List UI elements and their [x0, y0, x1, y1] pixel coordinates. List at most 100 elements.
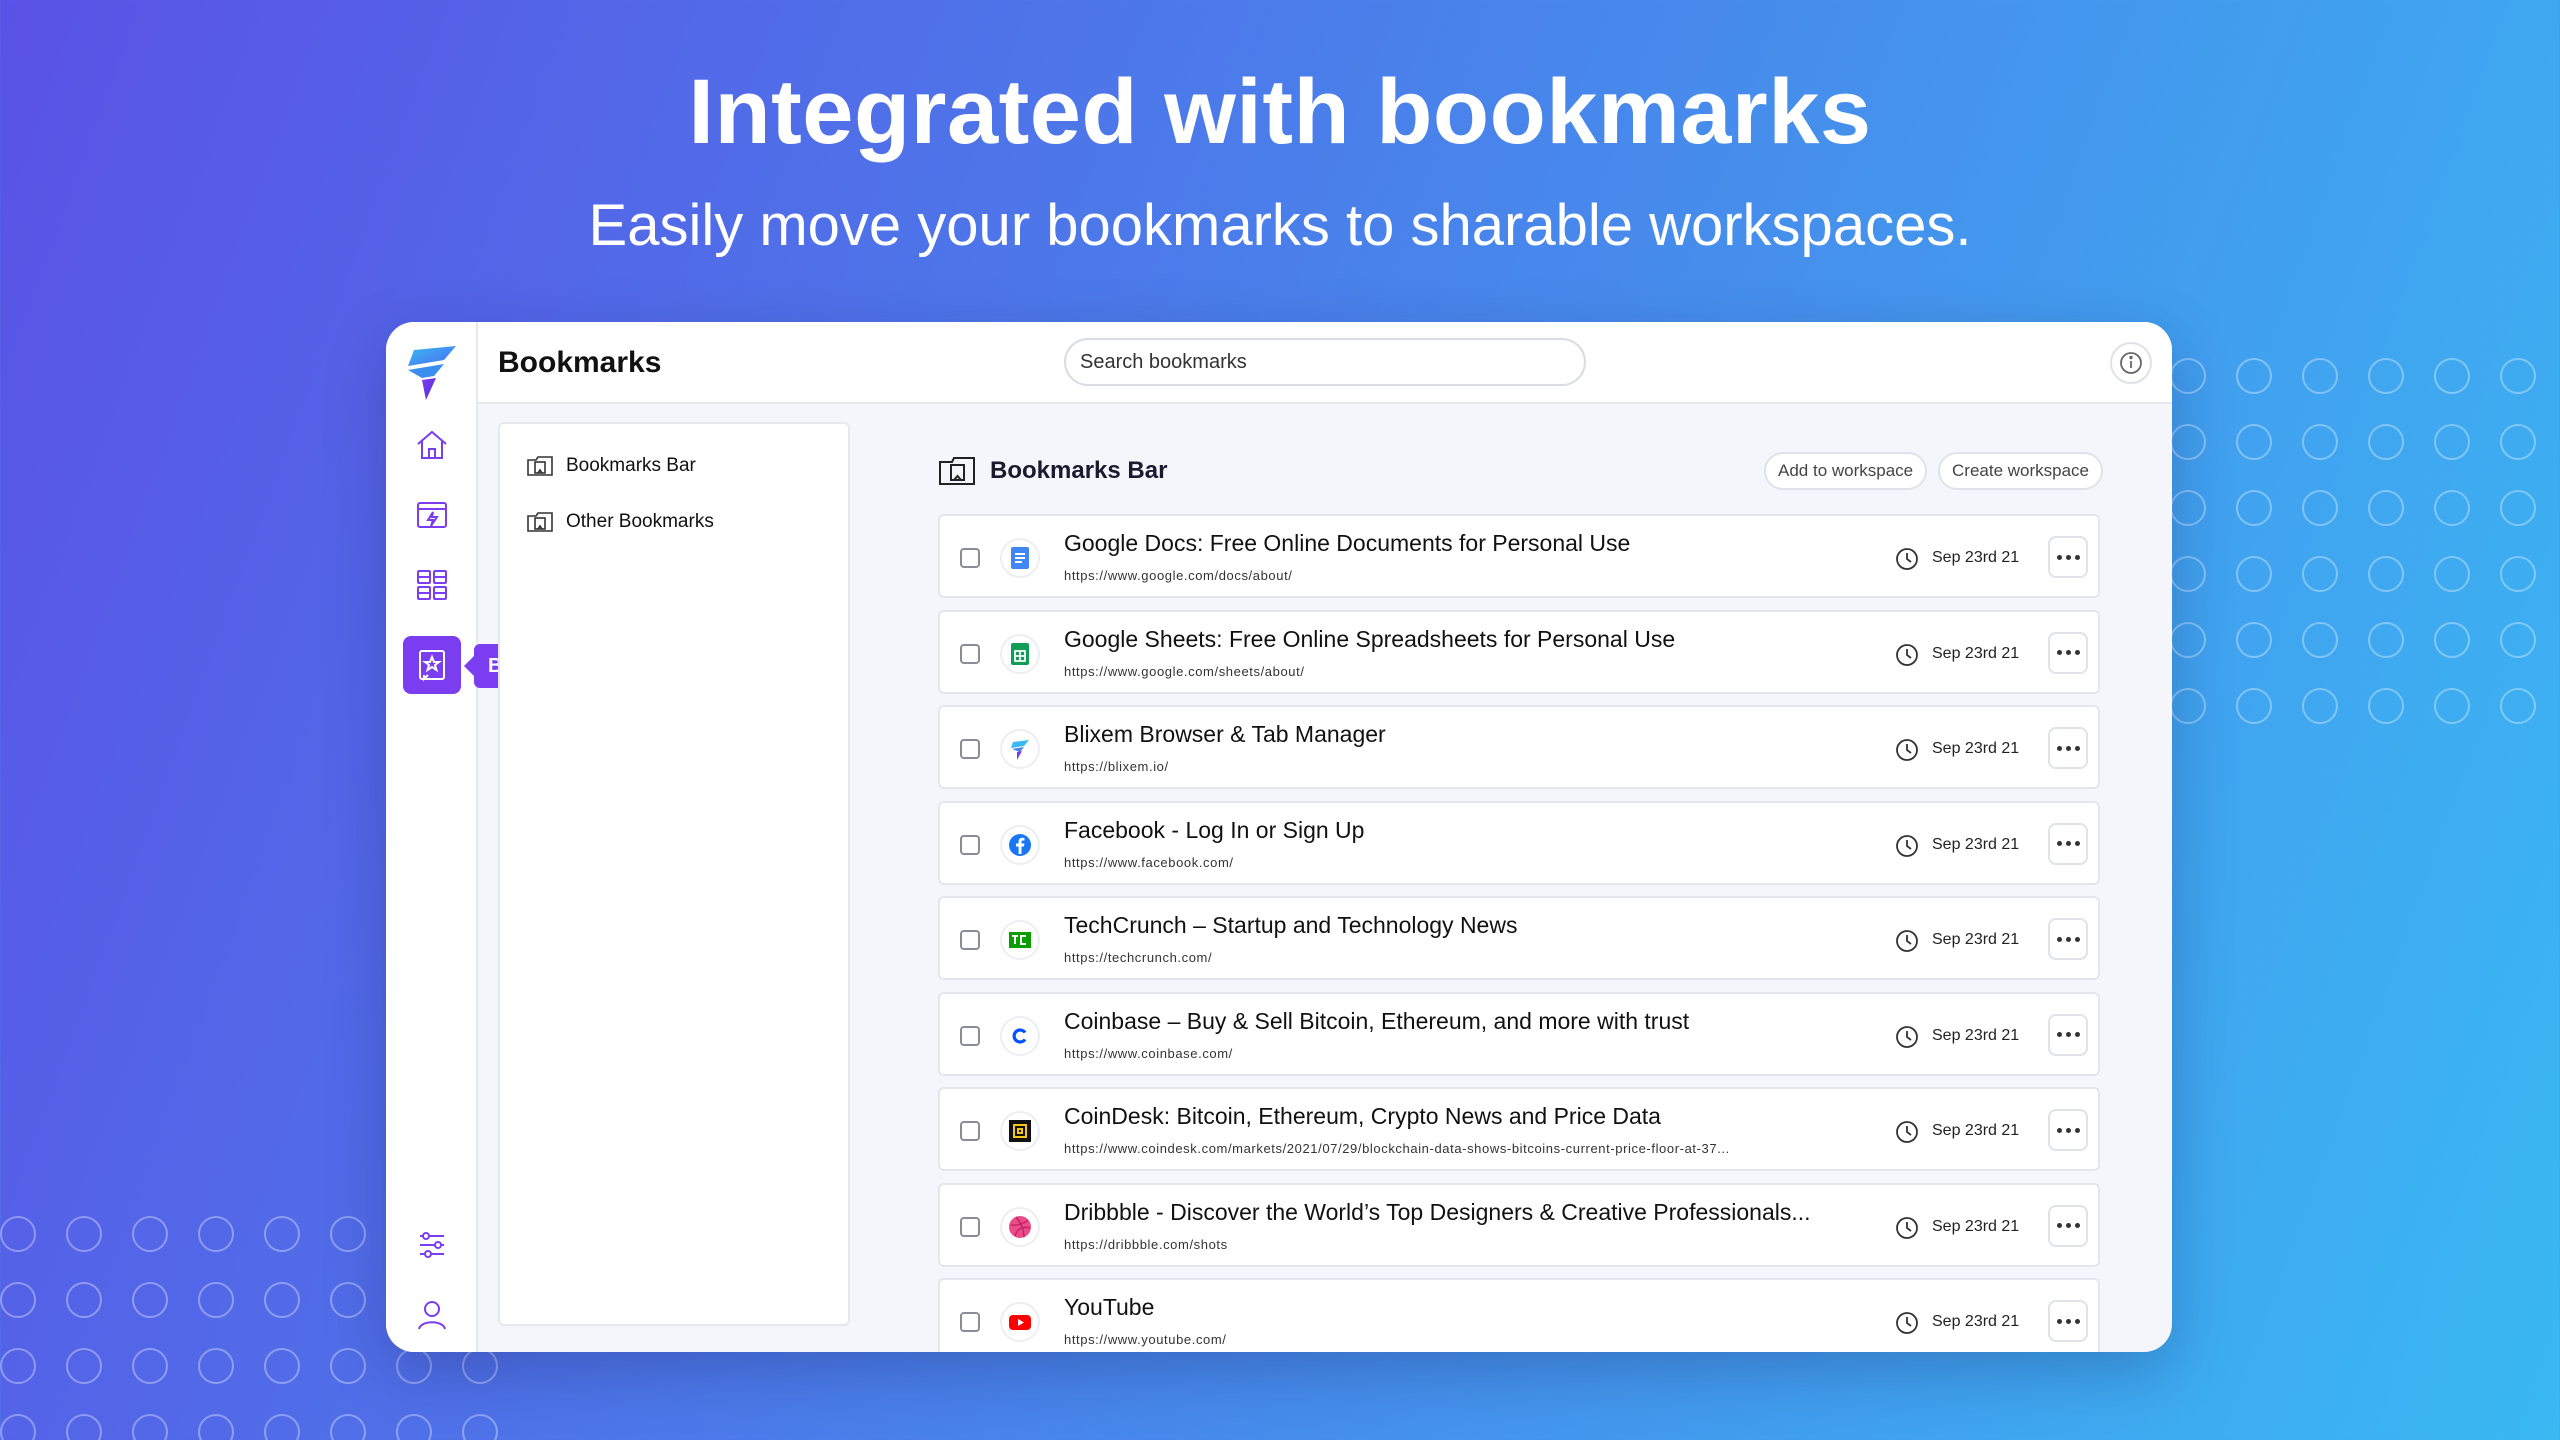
- page-title: Bookmarks: [498, 346, 662, 379]
- sidebar-item-tabs[interactable]: [403, 486, 461, 544]
- favicon: [1000, 824, 1040, 865]
- dribbble-icon: [1009, 1215, 1031, 1238]
- bookmark-title[interactable]: CoinDesk: Bitcoin, Ethereum, Crypto News…: [1064, 1103, 1661, 1130]
- sidebar-item-profile[interactable]: [403, 1286, 461, 1344]
- bookmark-date: Sep 23rd 21: [1932, 1026, 2020, 1044]
- bookmark-checkbox[interactable]: [960, 643, 980, 664]
- bookmark-row[interactable]: Blixem Browser & Tab Manager https://bli…: [938, 705, 2100, 789]
- content-title: Bookmarks Bar: [938, 454, 1167, 488]
- google-sheets-icon: [1011, 642, 1029, 665]
- hero-subtitle: Easily move your bookmarks to sharable w…: [588, 193, 1972, 258]
- bookmark-date: Sep 23rd 21: [1932, 835, 2020, 853]
- bookmark-star-icon: [419, 650, 445, 682]
- search-input[interactable]: [1064, 338, 1586, 386]
- bookmark-checkbox[interactable]: [960, 1121, 980, 1141]
- more-options-button[interactable]: [2048, 1204, 2088, 1247]
- bookmark-title[interactable]: Coinbase – Buy & Sell Bitcoin, Ethereum,…: [1064, 1008, 1689, 1035]
- folder-item-bookmarks-bar[interactable]: Bookmarks Bar: [526, 448, 696, 484]
- clock-icon: [1896, 548, 1918, 570]
- clock-icon: [1896, 834, 1918, 857]
- sidebar-item-settings[interactable]: [403, 1216, 461, 1274]
- bookmark-url: https://dribbble.com/shots: [1064, 1236, 1228, 1252]
- bookmark-list: Google Docs: Free Online Documents for P…: [938, 514, 2100, 1352]
- sidebar-item-bookmarks[interactable]: [403, 636, 461, 694]
- bookmark-date: Sep 23rd 21: [1932, 931, 2020, 948]
- bookmark-row[interactable]: Dribbble - Discover the World’s Top Desi…: [938, 1182, 2100, 1267]
- folder-label: Other Bookmarks: [566, 511, 714, 532]
- clock-icon: [1896, 1025, 1918, 1048]
- blixem-icon: [1011, 740, 1029, 760]
- facebook-icon: [1009, 833, 1031, 856]
- bookmark-date: Sep 23rd 21: [1932, 549, 2020, 566]
- bookmark-checkbox[interactable]: [960, 548, 980, 568]
- bookmark-date: Sep 23rd 21: [1932, 740, 2020, 757]
- more-options-button[interactable]: [2048, 631, 2088, 674]
- favicon: [1000, 920, 1040, 960]
- bookmark-url: https://www.youtube.com/: [1064, 1332, 1227, 1347]
- favicon: [1000, 1111, 1040, 1151]
- bookmark-title[interactable]: Blixem Browser & Tab Manager: [1064, 721, 1386, 748]
- bookmark-date: Sep 23rd 21: [1932, 1122, 2020, 1139]
- bookmark-date: Sep 23rd 21: [1932, 644, 2020, 662]
- bookmark-checkbox[interactable]: [960, 930, 980, 950]
- create-workspace-button[interactable]: Create workspace: [1938, 452, 2104, 490]
- clock-icon: [1896, 739, 1918, 761]
- top-bar: Bookmarks: [478, 322, 2172, 404]
- bookmark-url: https://www.google.com/sheets/about/: [1064, 663, 1305, 679]
- bookmark-title[interactable]: Facebook - Log In or Sign Up: [1064, 817, 1364, 844]
- favicon: [1000, 1206, 1040, 1247]
- sidebar-item-workspaces[interactable]: [403, 556, 461, 614]
- more-options-button[interactable]: [2048, 727, 2088, 769]
- bookmark-row[interactable]: Google Sheets: Free Online Spreadsheets …: [938, 609, 2100, 694]
- info-button[interactable]: [2110, 342, 2152, 384]
- user-icon: [418, 1301, 446, 1330]
- coinbase-icon: [1009, 1024, 1031, 1047]
- favicon: [1000, 633, 1040, 674]
- more-options-button[interactable]: [2048, 1013, 2088, 1056]
- bookmark-title[interactable]: Google Sheets: Free Online Spreadsheets …: [1064, 626, 1675, 653]
- folder-label: Bookmarks Bar: [566, 455, 696, 476]
- hero-title: Integrated with bookmarks: [688, 61, 1872, 163]
- workspaces-grid-icon: [417, 570, 447, 600]
- bookmark-title[interactable]: Dribbble - Discover the World’s Top Desi…: [1064, 1199, 1811, 1226]
- sliders-icon: [420, 1232, 444, 1258]
- bookmark-row[interactable]: Google Docs: Free Online Documents for P…: [938, 514, 2100, 598]
- folder-icon: [939, 457, 975, 485]
- favicon: [1000, 729, 1040, 769]
- bookmark-checkbox[interactable]: [960, 739, 980, 759]
- lightning-tab-icon: [417, 502, 447, 528]
- bookmark-row[interactable]: Coinbase – Buy & Sell Bitcoin, Ethereum,…: [938, 991, 2100, 1076]
- folder-panel: Bookmarks Bar Other Bookmarks: [498, 422, 850, 1326]
- bookmark-checkbox[interactable]: [960, 1025, 980, 1046]
- clock-icon: [1896, 1121, 1918, 1143]
- sidebar-item-home[interactable]: [403, 416, 461, 474]
- add-to-workspace-button[interactable]: Add to workspace: [1764, 452, 1928, 490]
- more-options-button[interactable]: [2048, 536, 2088, 578]
- bookmark-row[interactable]: CoinDesk: Bitcoin, Ethereum, Crypto News…: [938, 1087, 2100, 1171]
- bookmark-date: Sep 23rd 21: [1932, 1313, 2020, 1330]
- more-options-button[interactable]: [2048, 918, 2088, 960]
- bookmark-title[interactable]: TechCrunch – Startup and Technology News: [1064, 912, 1517, 939]
- bookmark-url: https://www.coinbase.com/: [1064, 1045, 1233, 1061]
- bookmark-title[interactable]: YouTube: [1064, 1294, 1154, 1321]
- folder-item-other-bookmarks[interactable]: Other Bookmarks: [526, 504, 714, 540]
- more-options-button[interactable]: [2048, 1300, 2088, 1342]
- clock-icon: [1896, 1312, 1918, 1334]
- bookmark-date: Sep 23rd 21: [1932, 1217, 2020, 1235]
- bookmark-row[interactable]: YouTube https://www.youtube.com/ Sep 23r…: [938, 1278, 2100, 1352]
- bookmark-checkbox[interactable]: [960, 1216, 980, 1237]
- bookmark-title[interactable]: Google Docs: Free Online Documents for P…: [1064, 530, 1630, 557]
- bookmark-url: https://techcrunch.com/: [1064, 950, 1213, 965]
- more-options-button[interactable]: [2048, 822, 2088, 865]
- favicon: [1000, 1302, 1040, 1342]
- bookmark-row[interactable]: Facebook - Log In or Sign Up https://www…: [938, 800, 2100, 885]
- folder-icon: [527, 512, 553, 532]
- bookmark-url: https://www.coindesk.com/markets/2021/07…: [1064, 1141, 1730, 1156]
- more-options-button[interactable]: [2048, 1109, 2088, 1151]
- coindesk-icon: [1009, 1120, 1031, 1142]
- app-window: Bookmarks Bookmarks Bookmarks Bar: [386, 322, 2172, 1352]
- sidebar-rail: Bookmarks: [386, 322, 611, 1352]
- bookmark-checkbox[interactable]: [960, 1312, 980, 1332]
- bookmark-checkbox[interactable]: [960, 834, 980, 855]
- bookmark-row[interactable]: TechCrunch – Startup and Technology News…: [938, 896, 2100, 980]
